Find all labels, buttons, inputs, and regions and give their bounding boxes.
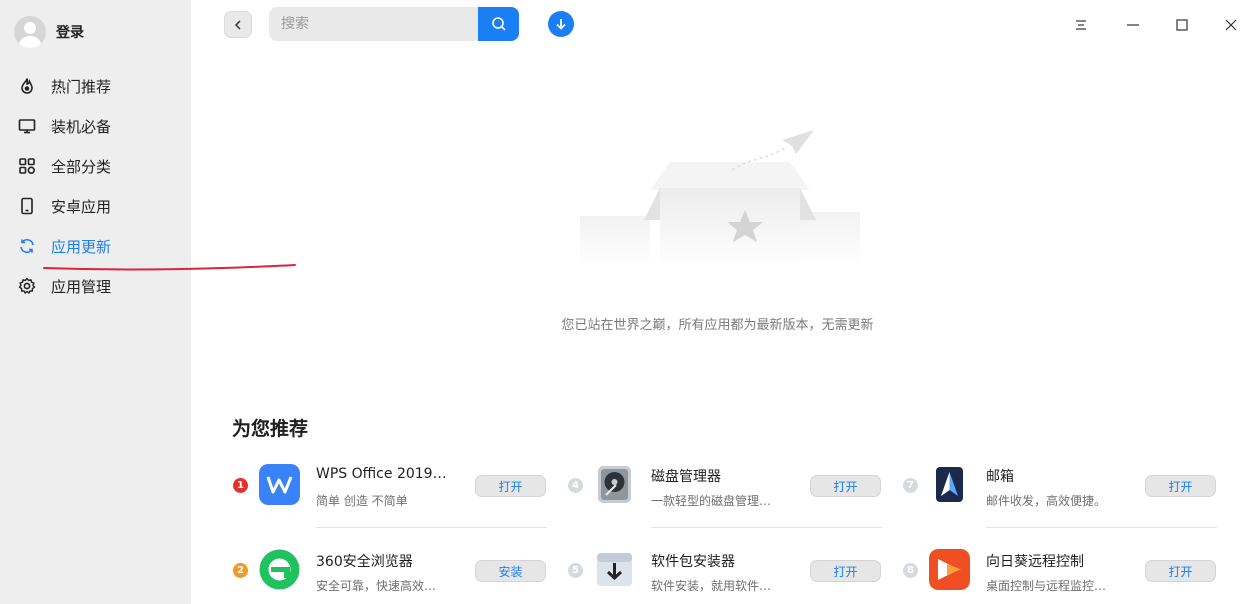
sidebar-item-categories[interactable]: 全部分类: [0, 146, 191, 186]
list-item[interactable]: 4 磁盘管理器 一款轻型的磁盘管理… 打开: [568, 458, 888, 528]
list-item[interactable]: 1 WPS Office 2019 F… 简单 创造 不简单 打开: [233, 458, 553, 528]
avatar: [14, 16, 46, 48]
search-button[interactable]: [478, 7, 519, 41]
app-name: WPS Office 2019 F…: [316, 466, 451, 482]
maximize-button[interactable]: [1167, 10, 1197, 40]
menu-icon: [1076, 20, 1086, 30]
app-name: 软件包安装器: [651, 554, 735, 570]
phone-icon: [18, 197, 36, 215]
gear-icon: [18, 277, 36, 295]
install-button[interactable]: 安装: [475, 560, 546, 582]
app-name: 向日葵远程控制: [986, 554, 1084, 570]
search-input[interactable]: [269, 7, 478, 41]
rank-badge: 8: [903, 563, 918, 578]
package-icon: [594, 549, 635, 590]
rank-badge: 1: [233, 478, 248, 493]
rank-badge: 2: [233, 563, 248, 578]
chevron-left-icon: [234, 19, 241, 30]
open-button[interactable]: 打开: [475, 475, 546, 497]
search-box: [269, 7, 519, 41]
app-desc: 软件安装，就用软件…: [651, 579, 772, 593]
minimize-button[interactable]: [1118, 10, 1148, 40]
app-name: 磁盘管理器: [651, 469, 721, 485]
sidebar-item-label: 应用更新: [51, 237, 112, 256]
empty-state-message: 您已站在世界之巅，所有应用都为最新版本，无需更新: [561, 318, 874, 333]
open-button[interactable]: 打开: [1145, 560, 1216, 582]
back-button[interactable]: [224, 11, 252, 38]
rank-badge: 7: [903, 478, 918, 493]
divider: [986, 527, 1217, 528]
sidebar-item-label: 安卓应用: [51, 197, 112, 216]
sidebar-item-essentials[interactable]: 装机必备: [0, 106, 191, 146]
login-button[interactable]: 登录: [14, 16, 84, 48]
app-desc: 安全可靠，快速高效…: [316, 579, 437, 593]
sidebar-item-hot[interactable]: 热门推荐: [0, 66, 191, 106]
refresh-icon: [18, 237, 36, 255]
sidebar-item-label: 全部分类: [51, 157, 112, 176]
app-desc: 一款轻型的磁盘管理…: [651, 494, 772, 508]
sidebar: 登录 热门推荐 装机必备 全部分类 安卓应用 应用更新 应用管理: [0, 0, 191, 604]
app-desc: 桌面控制与远程监控…: [986, 579, 1107, 593]
sunlogin-icon: [929, 549, 970, 590]
recommend-title: 为您推荐: [232, 418, 309, 440]
search-icon: [491, 17, 506, 31]
flame-icon: [18, 77, 36, 95]
sidebar-item-label: 应用管理: [51, 277, 112, 296]
close-icon: [1225, 19, 1237, 31]
red-underline-annotation: [43, 264, 296, 271]
arrow-down-icon: [556, 19, 566, 30]
divider: [316, 527, 547, 528]
grid-icon: [18, 157, 36, 175]
app-desc: 简单 创造 不简单: [316, 494, 408, 508]
sidebar-item-android[interactable]: 安卓应用: [0, 186, 191, 226]
menu-button[interactable]: [1066, 10, 1096, 40]
close-button[interactable]: [1216, 10, 1244, 40]
open-button[interactable]: 打开: [810, 475, 881, 497]
wps-icon: [259, 464, 300, 505]
open-button[interactable]: 打开: [810, 560, 881, 582]
browser-360-icon: [259, 549, 300, 590]
list-item[interactable]: 2 360安全浏览器 安全可靠，快速高效… 安装: [233, 543, 553, 604]
app-name: 360安全浏览器: [316, 554, 413, 570]
minimize-icon: [1127, 24, 1139, 26]
list-item[interactable]: 8 向日葵远程控制 桌面控制与远程监控… 打开: [903, 543, 1223, 604]
sidebar-item-label: 装机必备: [51, 117, 112, 136]
app-name: 邮箱: [986, 469, 1014, 485]
mail-icon: [929, 464, 970, 505]
rank-badge: 4: [568, 478, 583, 493]
download-manager-button[interactable]: [548, 11, 574, 37]
monitor-icon: [18, 117, 36, 135]
divider: [651, 527, 882, 528]
disk-icon: [594, 464, 635, 505]
open-button[interactable]: 打开: [1145, 475, 1216, 497]
sidebar-item-updates[interactable]: 应用更新: [0, 226, 191, 266]
list-item[interactable]: 7 邮箱 邮件收发，高效便捷。 打开: [903, 458, 1223, 528]
sidebar-item-label: 热门推荐: [51, 77, 112, 96]
empty-box-illustration: [580, 130, 860, 268]
rank-badge: 5: [568, 563, 583, 578]
app-desc: 邮件收发，高效便捷。: [986, 494, 1107, 508]
list-item[interactable]: 5 软件包安装器 软件安装，就用软件… 打开: [568, 543, 888, 604]
maximize-icon: [1176, 19, 1188, 31]
login-label: 登录: [56, 25, 84, 41]
